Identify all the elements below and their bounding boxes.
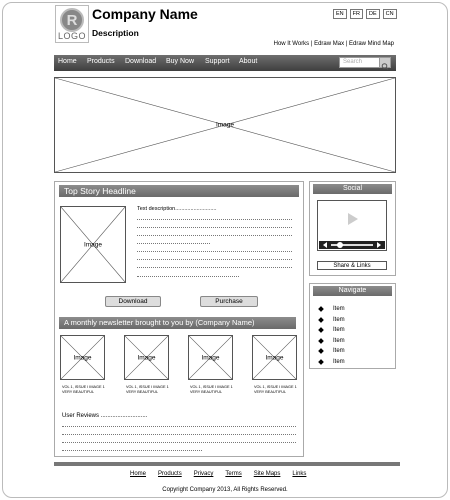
navigate-item-label: Item [333, 327, 345, 334]
download-button[interactable]: Download [105, 296, 161, 307]
newsletter-image-label: Image [137, 354, 156, 361]
language-switcher: EN FR DE CN [333, 9, 397, 19]
purchase-button[interactable]: Purchase [200, 296, 258, 307]
navigate-item[interactable]: Item [318, 336, 345, 347]
bullet-icon [318, 327, 324, 334]
story-text-description: Text description........................… [137, 206, 217, 212]
navigate-item-label: Item [333, 337, 345, 344]
text-line [137, 227, 292, 228]
footer-links: Home Products Privacy Terms Site Maps Li… [130, 471, 306, 477]
footer-link-home[interactable]: Home [130, 471, 146, 477]
rewind-icon[interactable] [321, 241, 329, 249]
video-seek-handle[interactable] [337, 242, 343, 248]
footer-link-terms[interactable]: Terms [225, 471, 241, 477]
lang-cn-button[interactable]: CN [382, 9, 397, 19]
text-line [137, 276, 239, 277]
footer-link-privacy[interactable]: Privacy [194, 471, 214, 477]
bullet-icon [318, 316, 324, 323]
bullet-icon [318, 348, 324, 355]
main-content: Top Story Headline Image Text descriptio… [54, 181, 304, 457]
newsletter-image-label: Image [201, 354, 220, 361]
navigate-item[interactable]: Item [318, 325, 345, 336]
newsletter-title: A monthly newsletter brought to you by (… [59, 317, 296, 329]
text-line [137, 235, 292, 236]
nav-item-support[interactable]: Support [205, 58, 230, 65]
navigate-item-label: Item [333, 316, 345, 323]
hero-image-label: Image [215, 121, 235, 129]
text-line [137, 219, 292, 220]
newsletter-caption: VOL 1, ISSUE I IMAGE 1 VERY BEAUTIFUL [62, 385, 105, 394]
navigate-item-label: Item [333, 306, 345, 313]
copyright: Copyright Company 2013, All Rights Reser… [162, 487, 288, 493]
newsletter-image-4[interactable]: Image [252, 335, 297, 380]
text-line [62, 442, 296, 443]
newsletter-caption: VOL 1, ISSUE I IMAGE 1 VERY BEAUTIFUL [190, 385, 233, 394]
search-input[interactable]: Search [339, 57, 391, 70]
video-player[interactable] [317, 200, 387, 251]
play-icon[interactable] [348, 213, 358, 225]
logo[interactable]: R LOGO [55, 5, 89, 43]
top-story-headline: Top Story Headline [59, 185, 299, 197]
newsletter-caption: VOL 1, ISSUE I IMAGE 1 VERY BEAUTIFUL [254, 385, 297, 394]
share-links-button[interactable]: Share & Links [317, 261, 387, 270]
footer-link-links[interactable]: Links [292, 471, 306, 477]
text-line [62, 450, 202, 451]
navigate-item[interactable]: Item [318, 357, 345, 368]
search-icon [381, 63, 389, 70]
story-image: Image [60, 206, 126, 283]
nav-item-about[interactable]: About [239, 58, 257, 65]
nav-item-download[interactable]: Download [125, 58, 156, 65]
nav-item-buy-now[interactable]: Buy Now [166, 58, 194, 65]
main-nav: Home Products Download Buy Now Support A… [54, 55, 396, 71]
search-placeholder: Search [343, 59, 363, 65]
lang-en-button[interactable]: EN [333, 9, 347, 19]
forward-icon[interactable] [375, 241, 383, 249]
navigate-item-label: Item [333, 358, 345, 365]
lang-de-button[interactable]: DE [365, 9, 380, 19]
newsletter-image-label: Image [73, 354, 92, 361]
company-description: Description [92, 28, 139, 38]
footer-link-products[interactable]: Products [158, 471, 182, 477]
story-image-label: Image [83, 241, 103, 248]
nav-item-home[interactable]: Home [58, 58, 77, 65]
video-controls [319, 241, 385, 249]
bullet-icon [318, 358, 324, 365]
text-line [137, 243, 210, 244]
newsletter-image-label: Image [265, 354, 284, 361]
navigate-item[interactable]: Item [318, 315, 345, 326]
logo-r-icon: R [60, 8, 84, 32]
text-line [137, 267, 292, 268]
text-line [62, 434, 296, 435]
newsletter-image-2[interactable]: Image [124, 335, 169, 380]
company-name: Company Name [92, 6, 198, 22]
top-links[interactable]: How It Works | Edraw Max | Edraw Mind Ma… [274, 41, 394, 47]
navigate-panel: Navigate Item Item Item Item Item Item [309, 283, 396, 369]
logo-text: LOGO [57, 31, 86, 41]
footer-link-site-maps[interactable]: Site Maps [254, 471, 281, 477]
navigate-item-label: Item [333, 348, 345, 355]
bullet-icon [318, 337, 324, 344]
navigate-item[interactable]: Item [318, 304, 345, 315]
newsletter-caption: VOL 1, ISSUE I IMAGE 1 VERY BEAUTIFUL [126, 385, 169, 394]
text-line [137, 259, 292, 260]
text-line [62, 426, 296, 427]
search-button[interactable] [379, 58, 390, 70]
user-reviews-label: User Reviews ...........................… [62, 413, 148, 419]
newsletter-image-1[interactable]: Image [60, 335, 105, 380]
hero-image: Image [54, 77, 396, 173]
social-title: Social [313, 184, 392, 194]
nav-item-products[interactable]: Products [87, 58, 115, 65]
text-line [137, 251, 292, 252]
social-panel: Social Share & Links [309, 181, 396, 276]
navigate-title: Navigate [313, 286, 392, 296]
newsletter-image-3[interactable]: Image [188, 335, 233, 380]
footer-divider [54, 462, 400, 466]
lang-fr-button[interactable]: FR [349, 9, 363, 19]
navigate-list: Item Item Item Item Item Item [318, 304, 345, 367]
bullet-icon [318, 306, 324, 313]
navigate-item[interactable]: Item [318, 346, 345, 357]
